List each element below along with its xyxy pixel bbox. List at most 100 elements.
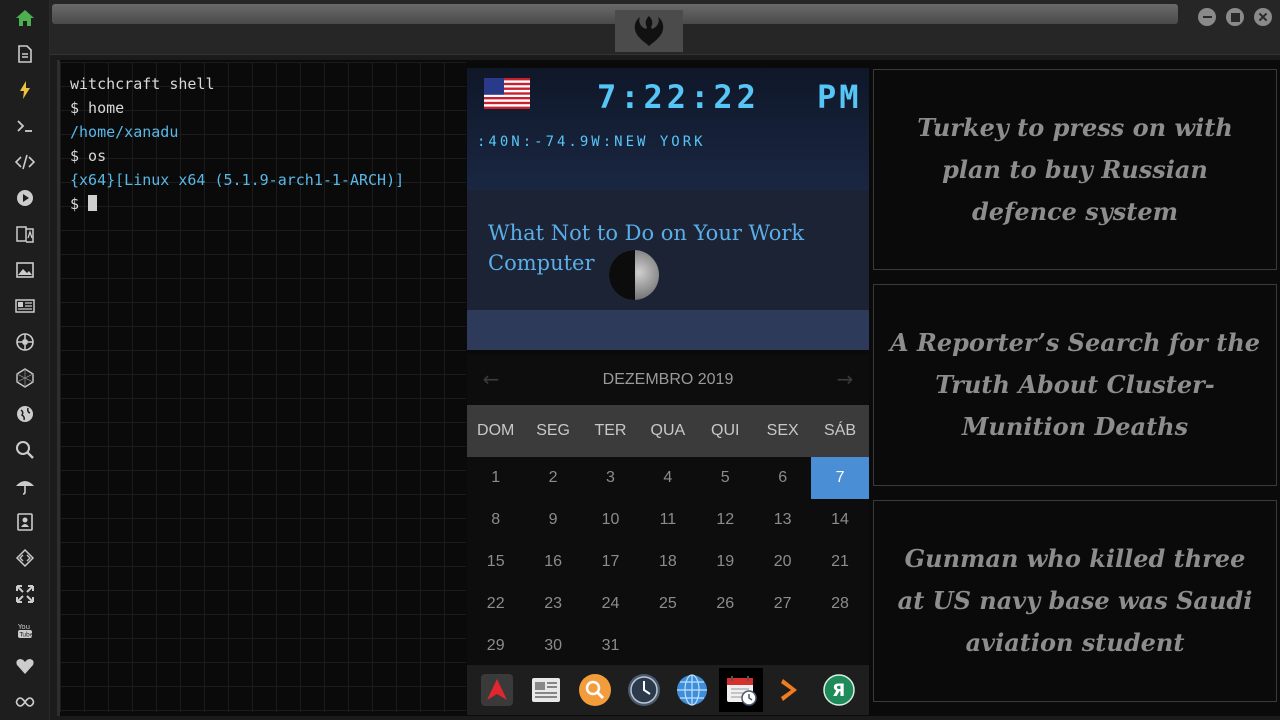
calendar-widget: ← DEZEMBRO 2019 → DOM SEG TER QUA QUI SE…: [467, 355, 869, 665]
calendar-next-button[interactable]: →: [833, 367, 857, 391]
clock-app-icon[interactable]: [622, 668, 666, 712]
weekday-label: TER: [594, 422, 627, 439]
umbrella-icon[interactable]: [13, 474, 37, 498]
calendar-day[interactable]: 12: [697, 499, 754, 541]
news-card[interactable]: Gunman who killed three at US navy base …: [873, 500, 1277, 702]
image-icon[interactable]: [13, 258, 37, 282]
calendar-day[interactable]: 11: [639, 499, 696, 541]
calendar-day-empty: [811, 625, 868, 667]
calendar-day[interactable]: 17: [582, 541, 639, 583]
terminal-line: $ home: [70, 99, 125, 117]
calendar-day[interactable]: 24: [582, 583, 639, 625]
calendar-day[interactable]: 6: [754, 457, 811, 499]
contacts-icon[interactable]: [13, 510, 37, 534]
calendar-day[interactable]: 9: [524, 499, 581, 541]
calendar-day[interactable]: 5: [697, 457, 754, 499]
code-icon[interactable]: [13, 150, 37, 174]
calendar-week: 1 2 3 4 5 6 7: [467, 457, 869, 499]
translator-icon[interactable]: Я: [817, 668, 861, 712]
close-button[interactable]: [1254, 8, 1272, 26]
calendar-day[interactable]: 14: [811, 499, 868, 541]
calendar-day[interactable]: 13: [754, 499, 811, 541]
svg-text:You: You: [17, 623, 30, 631]
clock-location: :40N:-74.9W:NEW YORK: [477, 134, 706, 150]
calendar-day[interactable]: 27: [754, 583, 811, 625]
heart-icon[interactable]: [13, 654, 37, 678]
rebel-alliance-icon: [634, 16, 664, 46]
globe-icon[interactable]: [13, 402, 37, 426]
hexagon-icon[interactable]: [13, 366, 37, 390]
infinity-icon[interactable]: [13, 690, 37, 714]
bolt-icon[interactable]: [13, 78, 37, 102]
calendar-day[interactable]: 15: [467, 541, 524, 583]
weekday-label: QUI: [711, 422, 740, 439]
calendar-prev-button[interactable]: ←: [479, 367, 503, 391]
news-headline[interactable]: Turkey to press on with plan to buy Russ…: [888, 107, 1262, 233]
play-icon[interactable]: [13, 186, 37, 210]
chevron-right-app-icon[interactable]: [768, 668, 812, 712]
maximize-button[interactable]: [1226, 8, 1244, 26]
calendar-day[interactable]: 28: [811, 583, 868, 625]
calendar-day[interactable]: 22: [467, 583, 524, 625]
calendar-week: 29 30 31: [467, 625, 869, 667]
calendar-day[interactable]: 23: [524, 583, 581, 625]
youtube-icon[interactable]: You Tube: [13, 618, 37, 642]
empire-icon[interactable]: [13, 330, 37, 354]
us-flag-icon: [484, 78, 530, 109]
calendar-day[interactable]: 1: [467, 457, 524, 499]
news-headline[interactable]: Gunman who killed three at US navy base …: [888, 538, 1262, 664]
calendar-grid: 1 2 3 4 5 6 7 8 9 10 11 12 13 14 15 16 1…: [467, 457, 869, 667]
calendar-day[interactable]: 29: [467, 625, 524, 667]
diamond-code-icon[interactable]: [13, 546, 37, 570]
calendar-day[interactable]: 31: [582, 625, 639, 667]
terminal-prompt: $: [70, 195, 89, 213]
terminal-output: witchcraft shell $ home /home/xanadu $ o…: [70, 72, 404, 216]
calendar-day[interactable]: 20: [754, 541, 811, 583]
translate-icon[interactable]: [13, 222, 37, 246]
calendar-day[interactable]: 2: [524, 457, 581, 499]
document-icon[interactable]: [13, 42, 37, 66]
calendar-day[interactable]: 18: [639, 541, 696, 583]
calendar-week: 8 9 10 11 12 13 14: [467, 499, 869, 541]
news-headline[interactable]: A Reporter’s Search for the Truth About …: [888, 322, 1262, 448]
calendar-header: ← DEZEMBRO 2019 →: [467, 355, 869, 405]
clock-time: 7:22:22: [597, 78, 760, 116]
calendar-day[interactable]: 25: [639, 583, 696, 625]
calendar-day[interactable]: 4: [639, 457, 696, 499]
calendar-day[interactable]: 21: [811, 541, 868, 583]
home-icon[interactable]: [13, 6, 37, 30]
expand-icon[interactable]: [13, 582, 37, 606]
calendar-day-empty: [697, 625, 754, 667]
article-footer-strip: [467, 310, 869, 350]
rebel-alliance-tab[interactable]: [615, 10, 683, 52]
app-dock: Я: [467, 665, 869, 715]
news-reader-icon[interactable]: [524, 668, 568, 712]
calendar-app-icon[interactable]: [719, 668, 764, 712]
terminal-line: /home/xanadu: [70, 123, 179, 141]
calendar-day[interactable]: 8: [467, 499, 524, 541]
news-card[interactable]: A Reporter’s Search for the Truth About …: [873, 284, 1277, 486]
calendar-weekday-header: DOM SEG TER QUA QUI SEX SÁB: [467, 405, 869, 457]
calendar-day[interactable]: 10: [582, 499, 639, 541]
search-app-icon[interactable]: [573, 668, 617, 712]
minimize-button[interactable]: [1198, 8, 1216, 26]
search-icon[interactable]: [13, 438, 37, 462]
terminal-prompt-line[interactable]: $: [70, 192, 404, 216]
newspaper-icon[interactable]: [13, 294, 37, 318]
browser-globe-icon[interactable]: [670, 668, 714, 712]
moon-phase-icon: [609, 250, 659, 300]
calendar-day[interactable]: 19: [697, 541, 754, 583]
news-card[interactable]: Turkey to press on with plan to buy Russ…: [873, 69, 1277, 270]
terminal-title: witchcraft shell: [70, 75, 215, 93]
calendar-day[interactable]: 3: [582, 457, 639, 499]
terminal-pane[interactable]: witchcraft shell $ home /home/xanadu $ o…: [60, 62, 466, 712]
weekday-label: QUA: [650, 422, 686, 439]
sidebar: You Tube: [0, 0, 50, 720]
svg-text:Tube: Tube: [19, 632, 34, 639]
calendar-day[interactable]: 30: [524, 625, 581, 667]
launcher-icon[interactable]: [475, 668, 519, 712]
calendar-day-selected[interactable]: 7: [811, 457, 869, 499]
calendar-day[interactable]: 16: [524, 541, 581, 583]
terminal-icon[interactable]: [13, 114, 37, 138]
calendar-day[interactable]: 26: [697, 583, 754, 625]
